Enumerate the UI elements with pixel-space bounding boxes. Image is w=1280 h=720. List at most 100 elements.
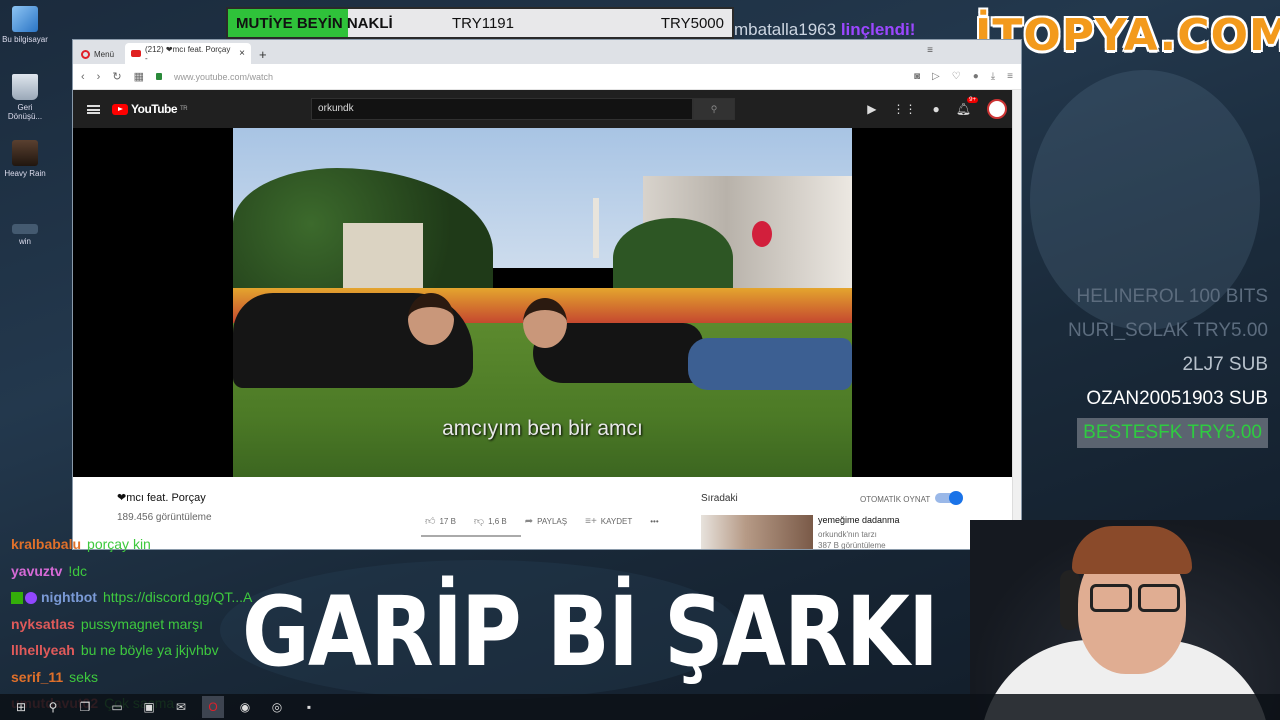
lock-icon — [155, 73, 162, 80]
event-text: OZAN20051903 SUB — [1086, 388, 1268, 409]
event-item: 2LJ7 SUB — [1048, 348, 1268, 382]
create-video-icon[interactable]: ▶ — [867, 102, 876, 116]
browser-window[interactable]: Menü (212) ❤mcı feat. Porçay - × + ≡ ‹ ›… — [72, 39, 1022, 550]
search-button[interactable]: ⚲ — [693, 98, 736, 120]
reload-icon[interactable]: ↻ — [112, 70, 121, 83]
event-item: NURI_SOLAK TRY5.00 — [1048, 314, 1268, 348]
event-text: HELINEROL 100 BITS — [1076, 286, 1268, 307]
opera-menu-tab[interactable]: Menü — [77, 44, 125, 64]
desktop-icon-label: Bu bilgisayar — [2, 35, 48, 44]
event-text: NURI_SOLAK TRY5.00 — [1068, 320, 1268, 341]
up-next-thumbnail[interactable] — [701, 515, 813, 549]
computer-icon — [12, 6, 38, 32]
share-button[interactable]: ➦ PAYLAŞ — [525, 516, 567, 527]
recent-events-list: HELINEROL 100 BITS NURI_SOLAK TRY5.00 2LJ7… — [1048, 280, 1268, 450]
youtube-header: YouTube TR orkundk ⚲ ▶ ⋮⋮ ● 🔔︎ 9+ — [73, 90, 1021, 128]
up-next-title[interactable]: yemeğime dadanma — [818, 515, 900, 525]
notifications-bell-icon[interactable]: 🔔︎ 9+ — [956, 97, 978, 116]
extension-icon[interactable]: ● — [973, 71, 979, 82]
task-view-icon[interactable]: ❐ — [74, 696, 96, 718]
play-icon[interactable]: ▷ — [932, 71, 940, 82]
like-ratio-bar — [421, 535, 521, 537]
save-label: KAYDET — [600, 516, 633, 526]
desktop-icon-label: Geri Dönüşü... — [7, 103, 43, 121]
up-next-channel: orkundk'nın tarzı — [818, 530, 877, 539]
desktop-icon-label: win — [18, 237, 31, 246]
donation-goal-bar: MUTİYE BEYİN NAKLİ TRY1191 TRY5000 — [226, 7, 734, 39]
desktop-icon-heavy-rain[interactable]: Heavy Rain — [2, 140, 48, 178]
dislike-button[interactable]: 👎︎ 1,6 B — [474, 515, 507, 527]
opera-icon — [81, 49, 90, 59]
goal-title: MUTİYE BEYİN NAKLİ — [236, 14, 393, 32]
youtube-logo[interactable]: YouTube TR — [112, 102, 188, 116]
game-icon — [12, 140, 38, 166]
search-icon: ⚲ — [710, 104, 718, 114]
up-next-label: Sıradaki — [701, 493, 738, 504]
forward-icon[interactable]: › — [97, 71, 101, 83]
camera-icon[interactable]: ◙ — [914, 71, 920, 82]
chat-username: yavuztv — [11, 562, 63, 579]
url-field[interactable]: www.youtube.com/watch — [174, 72, 902, 82]
event-text: BESTESFK TRY5.00 — [1077, 418, 1268, 448]
video-player[interactable]: amcıyım ben bir amcı — [73, 128, 1021, 477]
hamburger-menu-icon[interactable] — [87, 104, 100, 114]
chat-message: kralbabalu porçay kin — [11, 531, 271, 558]
speed-dial-icon[interactable]: ▦ — [134, 70, 144, 83]
messages-icon[interactable]: ● — [933, 102, 940, 116]
recycle-bin-icon — [12, 74, 38, 100]
share-icon: ➦ — [524, 515, 534, 527]
chrome-icon[interactable]: ◉ — [234, 696, 256, 718]
youtube-play-icon — [112, 103, 128, 115]
mail-icon[interactable]: ✉ — [170, 696, 192, 718]
thumbs-down-icon: 👎︎ — [473, 516, 485, 527]
menu-icon[interactable]: ≡ — [1007, 71, 1013, 82]
webcam-feed — [970, 520, 1280, 720]
scrollbar[interactable] — [1012, 90, 1021, 549]
windows-start-icon[interactable]: ⊞ — [10, 696, 32, 718]
store-icon[interactable]: ▣ — [138, 696, 160, 718]
more-actions-button[interactable]: ••• — [650, 517, 658, 526]
heart-icon[interactable]: ♡ — [952, 71, 961, 82]
chat-text: https://discord.gg/QT...A — [102, 589, 253, 605]
chat-badges — [11, 592, 37, 605]
thumbs-up-icon: 👍︎ — [425, 516, 436, 527]
chat-username: kralbabalu — [11, 536, 82, 552]
obs-icon[interactable]: ◎ — [266, 696, 288, 718]
video-frame[interactable]: amcıyım ben bir amcı — [233, 128, 852, 477]
close-icon[interactable]: × — [239, 48, 245, 59]
chat-overlay: kralbabalu porçay kin yavuztv !dc nightbot ht… — [11, 531, 271, 717]
avatar[interactable] — [987, 99, 1007, 119]
chat-text: bu ne böyle ya jkjvhbv — [80, 642, 219, 658]
notification-badge: 9+ — [967, 97, 978, 103]
chat-text: !dc — [68, 562, 88, 579]
chat-message: serif_11 seks — [11, 664, 271, 691]
autoplay-toggle[interactable] — [935, 491, 963, 505]
back-icon[interactable]: ‹ — [81, 71, 85, 83]
new-tab-button[interactable]: + — [259, 47, 267, 64]
up-next-views: 387 B görüntüleme — [818, 541, 886, 550]
search-icon[interactable]: ⚲ — [42, 696, 64, 718]
chat-username: nightbot — [41, 589, 97, 605]
explorer-icon[interactable]: ▭ — [106, 696, 128, 718]
taskbar: ⊞ ⚲ ❐ ▭ ▣ ✉ O ◉ ◎ ▪ — [0, 694, 1280, 720]
video-subtitle: amcıyım ben bir amcı — [442, 417, 643, 440]
save-button[interactable]: ≡+ KAYDET — [585, 516, 632, 527]
goal-target-amount: TRY5000 — [660, 14, 724, 32]
download-icon[interactable]: ⤓ — [991, 71, 995, 82]
search-input[interactable]: orkundk — [311, 98, 694, 120]
desktop-icon-win[interactable]: win — [2, 224, 48, 246]
like-button[interactable]: 👍︎ 17 B — [425, 515, 456, 527]
app-icon[interactable]: ▪ — [298, 696, 320, 718]
apps-grid-icon[interactable]: ⋮⋮ — [893, 102, 917, 116]
chat-message: nyksatlas pussymagnet marşı — [11, 611, 271, 638]
tab-menu-icon[interactable]: ≡ — [927, 45, 933, 56]
tab-youtube[interactable]: (212) ❤mcı feat. Porçay - × — [125, 43, 251, 64]
glasses — [1090, 584, 1180, 612]
tab-bar: Menü (212) ❤mcı feat. Porçay - × + ≡ — [73, 40, 1021, 64]
desktop-icon-computer[interactable]: Bu bilgisayar — [2, 6, 48, 44]
goal-current-amount: TRY1191 — [452, 14, 514, 32]
desktop-icon-recycle-bin[interactable]: Geri Dönüşü... — [2, 74, 48, 121]
opera-icon[interactable]: O — [202, 696, 224, 718]
address-bar: ‹ › ↻ ▦ www.youtube.com/watch ◙ ▷ ♡ ● ⤓ … — [73, 64, 1021, 90]
dislike-count: 1,6 B — [488, 517, 507, 526]
